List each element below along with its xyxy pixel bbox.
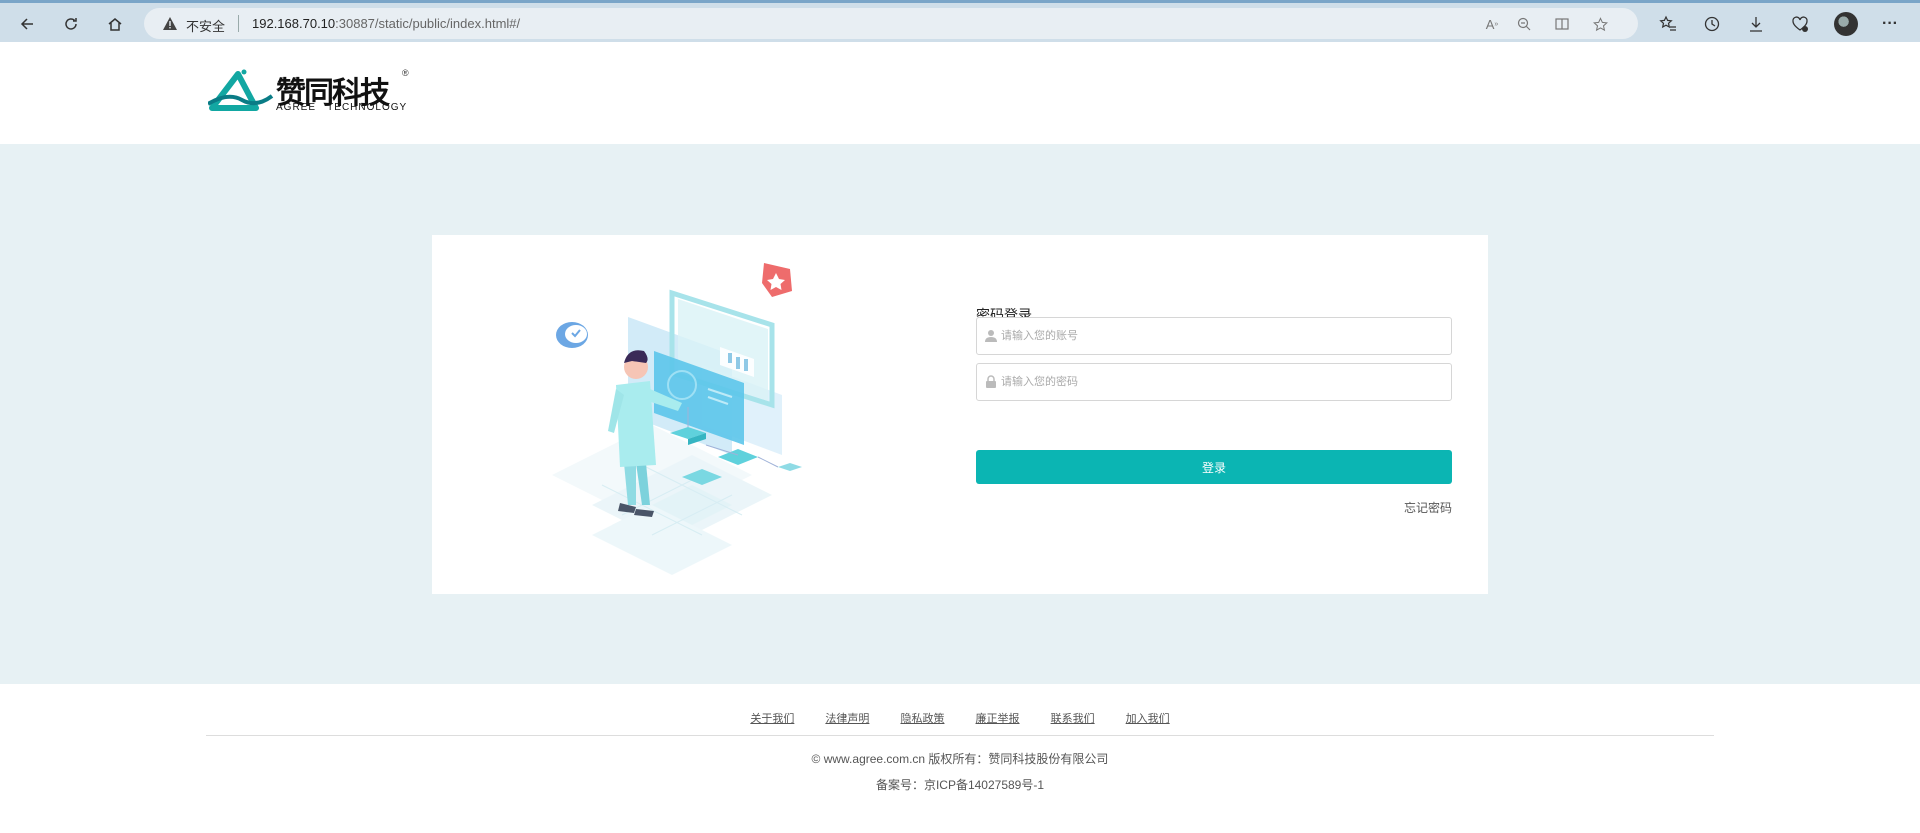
footer-link-privacy[interactable]: 隐私政策 — [900, 713, 944, 725]
login-section: 密码登录 登录 忘记密码 — [0, 144, 1920, 684]
password-field[interactable] — [976, 363, 1452, 401]
lock-icon — [986, 375, 996, 388]
home-icon[interactable] — [100, 9, 130, 39]
brand-logo[interactable]: 赞同科技 ® AGREE TECHNOLOGY — [208, 66, 418, 116]
account-input[interactable] — [1001, 318, 1451, 354]
login-button[interactable]: 登录 — [976, 450, 1452, 484]
footer-link-contact[interactable]: 联系我们 — [1051, 713, 1095, 725]
back-icon[interactable] — [12, 9, 42, 39]
brand-name-en: AGREE TECHNOLOGY — [276, 102, 408, 113]
footer-link-join[interactable]: 加入我们 — [1126, 713, 1170, 725]
forgot-password-link[interactable]: 忘记密码 — [1404, 499, 1452, 516]
registered-mark: ® — [402, 68, 409, 78]
browser-toolbar: 不安全 192.168.70.10:30887/static/public/in… — [0, 0, 1920, 42]
url-text[interactable]: 192.168.70.10:30887/static/public/index.… — [252, 16, 520, 31]
zoom-out-icon[interactable] — [1514, 14, 1534, 34]
site-footer: 关于我们 法律声明 隐私政策 廉正举报 联系我们 加入我们 © www.agre… — [0, 684, 1920, 833]
security-status[interactable]: 不安全 — [186, 16, 225, 35]
icp-record: 备案号：京ICP备14027589号-1 — [875, 778, 1045, 792]
user-icon — [985, 330, 997, 342]
login-illustration — [552, 263, 802, 575]
url-path: :30887/static/public/index.html#/ — [335, 16, 521, 31]
refresh-icon[interactable] — [56, 9, 86, 39]
account-field[interactable] — [976, 317, 1452, 355]
address-bar[interactable]: 不安全 192.168.70.10:30887/static/public/in… — [144, 8, 1638, 39]
warning-icon[interactable] — [162, 16, 178, 31]
split-screen-icon[interactable] — [1552, 14, 1572, 34]
copyright-text: © www.agree.com.cn 版权所有：赞同科技股份有限公司 — [811, 752, 1109, 766]
profile-avatar[interactable] — [1834, 12, 1858, 36]
history-icon[interactable] — [1700, 12, 1724, 36]
favorites-icon[interactable] — [1656, 12, 1680, 36]
login-card: 密码登录 登录 忘记密码 — [432, 235, 1488, 594]
footer-divider — [206, 735, 1714, 736]
footer-link-report[interactable]: 廉正举报 — [976, 713, 1020, 725]
read-aloud-icon[interactable]: A» — [1482, 14, 1502, 34]
footer-link-about[interactable]: 关于我们 — [750, 713, 794, 725]
password-input[interactable] — [1001, 364, 1451, 400]
more-icon[interactable]: ··· — [1878, 12, 1902, 36]
logo-mark-icon — [208, 69, 274, 111]
browser-essentials-icon[interactable] — [1788, 12, 1812, 36]
footer-link-legal[interactable]: 法律声明 — [825, 713, 869, 725]
divider — [238, 15, 239, 32]
site-header: 赞同科技 ® AGREE TECHNOLOGY — [0, 42, 1920, 144]
favorite-star-icon[interactable] — [1590, 14, 1610, 34]
footer-links: 关于我们 法律声明 隐私政策 廉正举报 联系我们 加入我们 — [0, 710, 1920, 726]
url-host: 192.168.70.10 — [252, 16, 336, 31]
download-icon[interactable] — [1744, 12, 1768, 36]
